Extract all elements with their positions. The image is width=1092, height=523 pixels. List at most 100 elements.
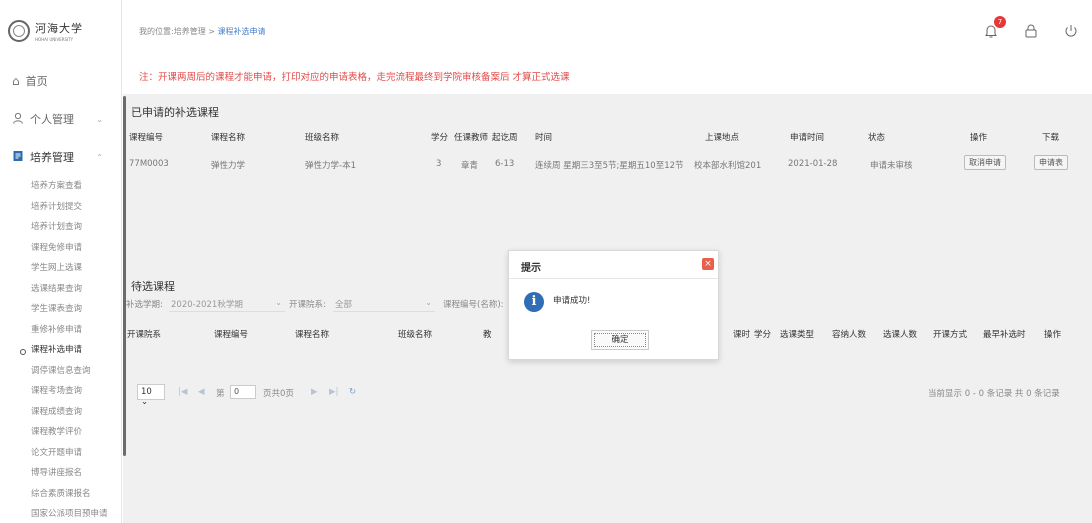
notification-badge: 7 bbox=[994, 16, 1006, 28]
applied-section-title: 已申请的补选课程 bbox=[131, 106, 219, 119]
sidebar-item-label: 首页 bbox=[25, 75, 48, 88]
cell-course-name: 弹性力学 bbox=[211, 161, 246, 171]
sidebar-subitem[interactable]: 培养计划提交 bbox=[0, 197, 121, 218]
column-header: 学分 bbox=[431, 133, 449, 143]
download-form-button[interactable]: 申请表 bbox=[1034, 155, 1068, 170]
sidebar-subitem[interactable]: 课程考场查询 bbox=[0, 381, 121, 402]
column-header: 开课方式 bbox=[933, 330, 968, 340]
table-row: 77M0003 弹性力学 弹性力学-本1 3 章青 6-13 连续周 星期三3至… bbox=[123, 150, 1092, 178]
cancel-application-button[interactable]: 取消申请 bbox=[964, 155, 1006, 170]
column-header: 操作 bbox=[970, 133, 988, 143]
cell-class-name: 弹性力学-本1 bbox=[305, 161, 356, 171]
column-header: 教 bbox=[483, 330, 492, 340]
sidebar-subitem[interactable]: 选课结果查询 bbox=[0, 279, 121, 300]
sidebar-item-home[interactable]: ⌂ 首页 bbox=[0, 62, 121, 100]
column-header: 学分 bbox=[754, 330, 772, 340]
page-number-input[interactable]: 0 bbox=[230, 385, 256, 399]
sidebar-subitem[interactable]: 学生网上选课 bbox=[0, 258, 121, 279]
breadcrumb-current[interactable]: 课程补选申请 bbox=[217, 27, 265, 36]
sidebar-subitem[interactable]: 课程成绩查询 bbox=[0, 402, 121, 423]
column-header: 课程名称 bbox=[211, 133, 246, 143]
logo-name-cn: 河海大学 bbox=[35, 22, 83, 35]
sidebar: 河海大学 HOHAI UNIVERSITY ⌂ 首页 个人管理 ⌄ 培养管理 ⌃… bbox=[0, 0, 122, 523]
chevron-down-icon: ⌄ bbox=[96, 114, 103, 124]
chevron-down-icon: ⌄ bbox=[275, 298, 282, 307]
column-header: 起讫周 bbox=[492, 133, 518, 143]
dialog-message: 申请成功! bbox=[553, 296, 591, 306]
column-header: 课程名称 bbox=[295, 330, 330, 340]
page-size-select[interactable]: 10 ⌄ bbox=[137, 384, 165, 407]
sidebar-subitem[interactable]: 综合素质课报名 bbox=[0, 484, 121, 505]
sidebar-subitem[interactable]: 课程教学评价 bbox=[0, 422, 121, 443]
column-header: 班级名称 bbox=[398, 330, 433, 340]
cell-apply-date: 2021-01-28 bbox=[788, 159, 838, 169]
university-logo[interactable]: 河海大学 HOHAI UNIVERSITY bbox=[0, 0, 121, 62]
home-icon: ⌂ bbox=[12, 74, 20, 88]
alert-dialog: 提示 × i 申请成功! 确定 bbox=[508, 250, 719, 360]
cell-place: 校本部水利馆201 bbox=[694, 161, 762, 171]
sidebar-subitem[interactable]: 重修补修申请 bbox=[0, 320, 121, 341]
column-header: 下载 bbox=[1042, 133, 1060, 143]
top-header: 我的位置:培养管理 > 课程补选申请 7 bbox=[123, 0, 1092, 62]
sidebar-subitem[interactable]: 国家公派项目预申请 bbox=[0, 504, 121, 523]
close-icon[interactable]: × bbox=[702, 258, 714, 270]
applied-table-header: 课程编号 课程名称 班级名称 学分 任课教师 起讫周 时间 上课地点 申请时间 … bbox=[123, 126, 1092, 148]
training-submenu: 培养方案查看 培养计划提交 培养计划查询 课程免修申请 学生网上选课 选课结果查… bbox=[0, 176, 121, 523]
cell-weeks: 6-13 bbox=[495, 159, 515, 169]
page-prefix: 第 bbox=[216, 389, 225, 399]
column-header: 课程编号 bbox=[214, 330, 249, 340]
column-header: 上课地点 bbox=[705, 133, 740, 143]
notification-bell-icon[interactable]: 7 bbox=[982, 16, 1006, 40]
sidebar-item-label: 个人管理 bbox=[30, 113, 74, 126]
prev-page-icon[interactable]: ◀ bbox=[198, 387, 205, 397]
chevron-down-icon: ⌄ bbox=[425, 298, 432, 307]
document-icon bbox=[12, 150, 24, 165]
column-header: 选课人数 bbox=[883, 330, 918, 340]
column-header: 容纳人数 bbox=[832, 330, 867, 340]
page-total: 页共0页 bbox=[263, 389, 294, 399]
sidebar-subitem[interactable]: 博导讲座报名 bbox=[0, 463, 121, 484]
sidebar-item-training[interactable]: 培养管理 ⌃ bbox=[0, 138, 121, 176]
sidebar-subitem[interactable]: 课程免修申请 bbox=[0, 238, 121, 259]
term-label: 补选学期: bbox=[126, 300, 163, 310]
pagination: 10 ⌄ |◀ ◀ 第 0 页共0页 ▶ ▶| ↻ 当前显示 0 - 0 条记录… bbox=[123, 384, 1092, 407]
lock-icon[interactable] bbox=[1022, 22, 1040, 40]
last-page-icon[interactable]: ▶| bbox=[329, 387, 338, 397]
sidebar-subitem[interactable]: 培养计划查询 bbox=[0, 217, 121, 238]
sidebar-subitem[interactable]: 培养方案查看 bbox=[0, 176, 121, 197]
college-select[interactable]: 全部 ⌄ bbox=[333, 295, 435, 312]
column-header: 开课院系 bbox=[127, 330, 162, 340]
sidebar-subitem[interactable]: 学生课表查询 bbox=[0, 299, 121, 320]
next-page-icon[interactable]: ▶ bbox=[311, 387, 318, 397]
column-header: 最早补选时 bbox=[983, 330, 1026, 340]
pending-section-title: 待选课程 bbox=[131, 280, 175, 293]
term-select[interactable]: 2020-2021秋学期 ⌄ bbox=[169, 295, 285, 312]
sidebar-subitem[interactable]: 论文开题申请 bbox=[0, 443, 121, 464]
cell-course-code: 77M0003 bbox=[129, 159, 169, 169]
column-header: 课时 bbox=[733, 330, 751, 340]
cell-teacher: 章青 bbox=[461, 161, 479, 171]
sidebar-item-personal[interactable]: 个人管理 ⌄ bbox=[0, 100, 121, 138]
chevron-up-icon: ⌃ bbox=[96, 152, 103, 162]
college-label: 开课院系: bbox=[289, 300, 326, 310]
ok-button[interactable]: 确定 bbox=[591, 330, 649, 350]
column-header: 选课类型 bbox=[780, 330, 815, 340]
sidebar-item-label: 培养管理 bbox=[30, 151, 74, 164]
cell-time: 连续周 星期三3至5节;星期五10至12节 bbox=[535, 161, 684, 171]
sidebar-subitem[interactable]: 调停课信息查询 bbox=[0, 361, 121, 382]
breadcrumb: 我的位置:培养管理 > 课程补选申请 bbox=[139, 26, 265, 37]
breadcrumb-prefix: 我的位置:培养管理 > bbox=[139, 27, 218, 36]
first-page-icon[interactable]: |◀ bbox=[178, 387, 187, 397]
user-icon bbox=[12, 112, 24, 127]
refresh-icon[interactable]: ↻ bbox=[349, 387, 356, 397]
logo-name-en: HOHAI UNIVERSITY bbox=[35, 37, 74, 42]
column-header: 任课教师 bbox=[454, 133, 489, 143]
column-header: 状态 bbox=[868, 133, 886, 143]
info-icon: i bbox=[524, 292, 544, 312]
university-seal-icon bbox=[8, 20, 30, 42]
status-badge: 申请未审核 bbox=[870, 161, 913, 171]
power-icon[interactable] bbox=[1062, 22, 1080, 40]
sidebar-subitem-active[interactable]: 课程补选申请 bbox=[0, 340, 121, 361]
dialog-title: 提示 bbox=[521, 263, 541, 274]
record-info: 当前显示 0 - 0 条记录 共 0 条记录 bbox=[928, 389, 1060, 399]
